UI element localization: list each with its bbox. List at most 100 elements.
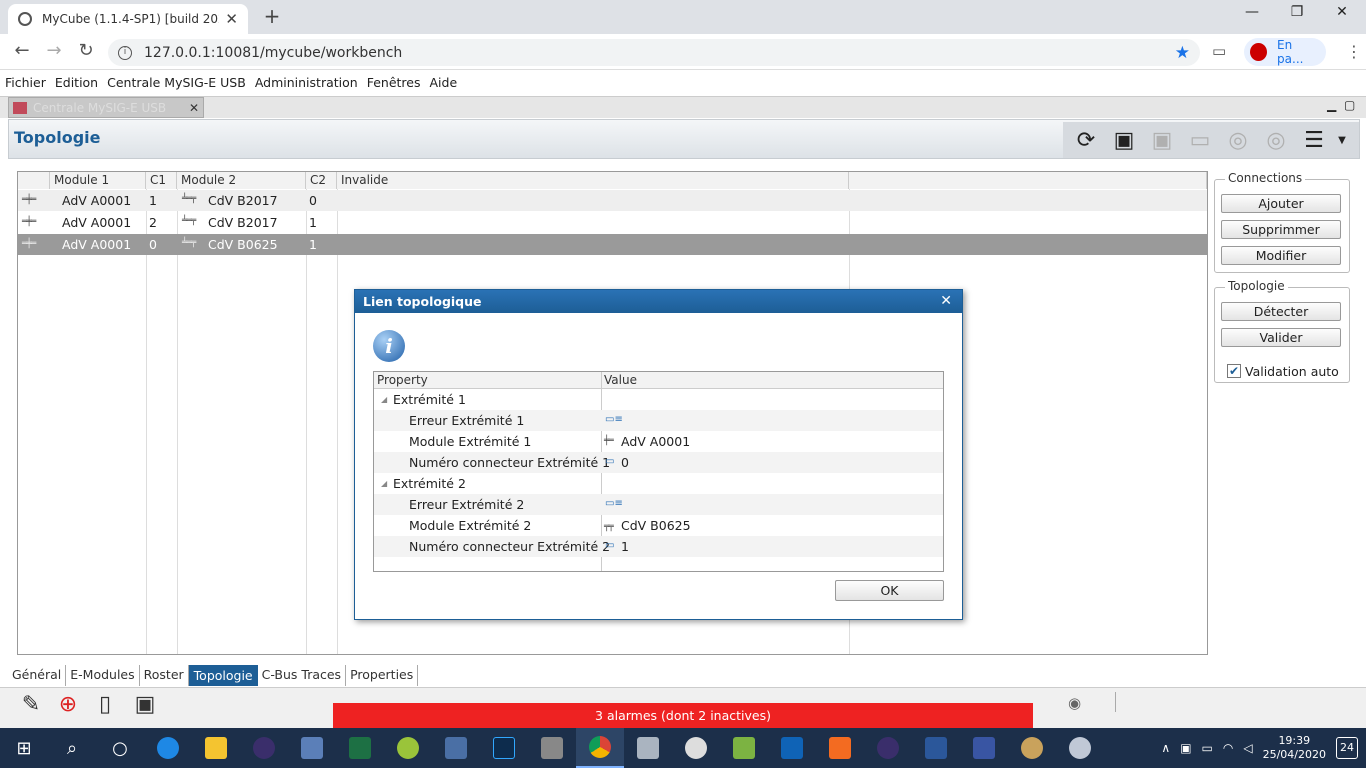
tab-topologie[interactable]: Topologie [188, 665, 258, 686]
new-tab-button[interactable]: + [260, 4, 284, 30]
task-view-icon[interactable]: ○ [96, 728, 144, 768]
remote-control-icon[interactable]: ▯ [90, 692, 120, 722]
notification-center-icon[interactable]: 24 [1336, 737, 1358, 759]
buzzer-icon[interactable]: ◉ [1068, 694, 1081, 712]
show-hidden-icons-chevron-icon[interactable]: ∧ [1161, 741, 1170, 755]
reload-icon[interactable]: ↻ [74, 40, 98, 64]
col-header-invalide[interactable]: Invalide [337, 172, 849, 189]
outlook-icon[interactable] [768, 728, 816, 768]
dialog-close-icon[interactable]: ✕ [940, 290, 952, 313]
property-row[interactable]: Module Extrémité 1 ╪═ AdV A0001 [374, 431, 943, 452]
property-group-row[interactable]: ◢ Extrémité 2 [374, 473, 943, 494]
device-power-icon[interactable]: ▣ [130, 692, 160, 722]
chrome-icon[interactable] [576, 728, 624, 768]
menu-fenetres[interactable]: Fenêtres [367, 75, 421, 90]
network-tool-icon[interactable] [432, 728, 480, 768]
back-icon[interactable]: ← [10, 40, 34, 64]
ok-button[interactable]: OK [835, 580, 944, 601]
validation-auto-checkbox[interactable]: ✔ [1227, 364, 1241, 378]
tab-c-bus-traces[interactable]: C-Bus Traces [258, 665, 347, 686]
file-explorer-icon[interactable] [192, 728, 240, 768]
property-row[interactable]: Numéro connecteur Extrémité 2 ▭ 1 [374, 536, 943, 557]
close-window-icon[interactable]: ✕ [1322, 4, 1362, 26]
tools-icon[interactable] [528, 728, 576, 768]
validate-button[interactable]: Valider [1221, 328, 1341, 347]
property-row[interactable]: Erreur Extrémité 2 ▭≡ [374, 494, 943, 515]
url-bar[interactable]: i 127.0.0.1:10081/mycube/workbench ★ [108, 39, 1200, 66]
maximize-view-icon[interactable]: ▢ [1344, 98, 1355, 112]
word-icon[interactable] [912, 728, 960, 768]
tab-general[interactable]: Général [8, 665, 67, 686]
windows-start-icon[interactable]: ⊞ [0, 728, 48, 768]
modify-connection-button[interactable]: Modifier [1221, 246, 1341, 265]
search-icon[interactable]: ⌕ [48, 728, 96, 768]
table-row-selected[interactable]: ═╪═ AdV A0001 0 ╧═╤ CdV B0625 1 [18, 234, 1207, 255]
stop-device-icon[interactable]: ▣ [1145, 125, 1179, 155]
wifi-icon[interactable]: ◠ [1223, 741, 1233, 755]
col-header-module2[interactable]: Module 2 [177, 172, 306, 189]
site-info-icon[interactable]: i [118, 45, 132, 60]
menu-centrale[interactable]: Centrale MySIG-E USB [107, 75, 246, 90]
table-row[interactable]: ═╪═ AdV A0001 2 ╧═╤ CdV B2017 1 [18, 212, 1207, 233]
cast-icon[interactable]: ▭ [1212, 42, 1226, 60]
minimize-window-icon[interactable]: — [1232, 4, 1272, 26]
col-header-c1[interactable]: C1 [146, 172, 177, 189]
add-icon[interactable]: ⊕ [53, 692, 83, 722]
eclipse-icon[interactable] [240, 728, 288, 768]
delete-connection-button[interactable]: Supprimmer [1221, 220, 1341, 239]
photoshop-icon[interactable] [480, 728, 528, 768]
menu-edition[interactable]: Edition [55, 75, 98, 90]
browser-tab[interactable]: MyCube (1.1.4-SP1) [build 20200 ✕ [8, 4, 248, 34]
property-group-row[interactable]: ◢ Extrémité 1 [374, 389, 943, 410]
restore-window-icon[interactable]: ❐ [1277, 4, 1317, 26]
battery-icon[interactable]: ▭ [1202, 741, 1213, 755]
monitor-app-icon[interactable] [624, 728, 672, 768]
clock[interactable]: 19:39 25/04/2020 [1263, 734, 1326, 762]
paint-icon[interactable] [1008, 728, 1056, 768]
network-icon[interactable]: ▣ [1180, 741, 1191, 755]
property-row[interactable]: Erreur Extrémité 1 ▭≡ [374, 410, 943, 431]
property-row[interactable]: Numéro connecteur Extrémité 1 ▭ 0 [374, 452, 943, 473]
property-row[interactable]: Module Extrémité 2 ╤╤ CdV B0625 [374, 515, 943, 536]
menu-aide[interactable]: Aide [429, 75, 457, 90]
expand-triangle-icon[interactable]: ◢ [381, 395, 387, 404]
browser-menu-icon[interactable]: ⋮ [1346, 42, 1362, 61]
volume-icon[interactable]: ◁ [1243, 741, 1252, 755]
alarm-banner[interactable]: 3 alarmes (dont 2 inactives) [333, 703, 1033, 728]
profile-button[interactable]: En pa... [1244, 38, 1326, 66]
refresh-icon[interactable]: ⟳ [1069, 125, 1103, 155]
close-editor-tab-icon[interactable]: ✕ [189, 101, 199, 115]
col-header-c2[interactable]: C2 [306, 172, 337, 189]
eclipse2-icon[interactable] [864, 728, 912, 768]
edit-device-icon[interactable]: ✎ [16, 692, 46, 722]
power-off-icon[interactable]: ◎ [1259, 125, 1293, 155]
forward-icon[interactable]: → [42, 40, 66, 64]
menu-administration[interactable]: Admininistration [255, 75, 358, 90]
bookmark-star-icon[interactable]: ★ [1175, 43, 1190, 63]
table-row[interactable]: ═╪═ AdV A0001 1 ╧═╤ CdV B2017 0 [18, 190, 1207, 211]
tortoise-icon[interactable] [384, 728, 432, 768]
editor-tab-centrale[interactable]: Centrale MySIG-E USB ✕ [8, 97, 204, 118]
hamburger-menu-icon[interactable]: ☰ [1297, 125, 1331, 155]
tab-roster[interactable]: Roster [140, 665, 189, 686]
value-col-header[interactable]: Value [601, 372, 933, 389]
start-device-icon[interactable]: ▣ [1107, 125, 1141, 155]
expand-triangle-icon[interactable]: ◢ [381, 479, 387, 488]
property-col-header[interactable]: Property [374, 372, 601, 389]
notepad-icon[interactable] [720, 728, 768, 768]
detect-button[interactable]: Détecter [1221, 302, 1341, 321]
monitor-icon[interactable]: ▭ [1183, 125, 1217, 155]
dropdown-chevron-icon[interactable]: ▼ [1335, 125, 1349, 155]
excel-icon[interactable] [336, 728, 384, 768]
power-on-icon[interactable]: ◎ [1221, 125, 1255, 155]
virtualbox-icon[interactable] [288, 728, 336, 768]
compass-icon[interactable] [672, 728, 720, 768]
add-connection-button[interactable]: Ajouter [1221, 194, 1341, 213]
minimize-view-icon[interactable]: ▁ [1327, 98, 1336, 112]
close-tab-icon[interactable]: ✕ [225, 10, 238, 28]
tab-e-modules[interactable]: E-Modules [66, 665, 140, 686]
edge-icon[interactable] [144, 728, 192, 768]
pdf-icon[interactable] [816, 728, 864, 768]
col-header-module1[interactable]: Module 1 [50, 172, 146, 189]
tab-properties[interactable]: Properties [346, 665, 419, 686]
